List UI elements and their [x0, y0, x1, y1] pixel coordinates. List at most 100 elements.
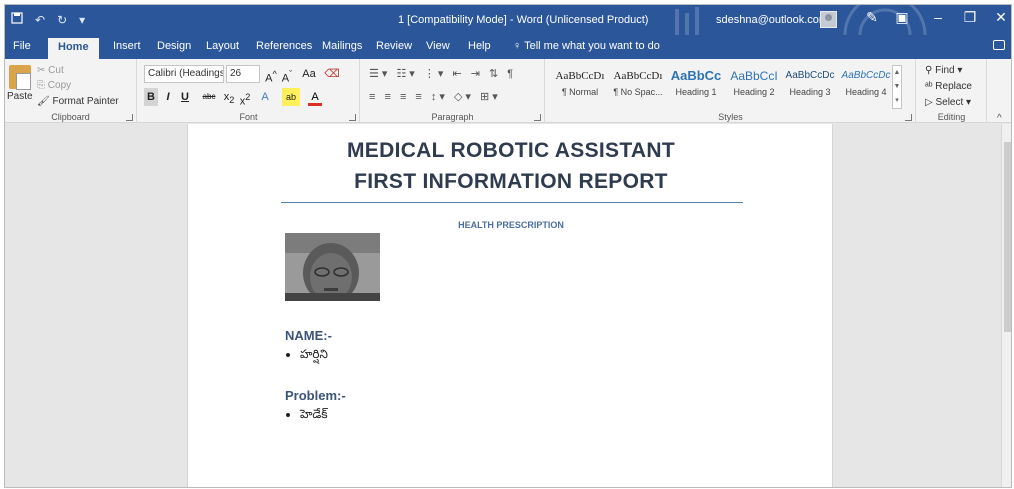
document-page[interactable]: MEDICAL ROBOTIC ASSISTANT FIRST INFORMAT…: [187, 124, 833, 487]
font-group: Calibri (Headings 26 A^ Aˇ Aa ⌫ B I U ab…: [138, 59, 360, 123]
name-bullet: హర్షిని: [286, 347, 328, 364]
tab-mailings[interactable]: Mailings: [322, 40, 362, 52]
tab-layout[interactable]: Layout: [206, 40, 239, 52]
problem-bullet: హెడేక్: [286, 407, 328, 424]
user-email[interactable]: sdeshna@outlook.com: [716, 14, 828, 26]
window-title: 1 [Compatibility Mode] - Word (Unlicense…: [398, 14, 649, 26]
tab-review[interactable]: Review: [376, 40, 412, 52]
save-icon[interactable]: [11, 12, 23, 27]
tell-me-label: Tell me what you want to do: [524, 40, 660, 52]
pen-icon[interactable]: ✎: [859, 9, 885, 26]
name-heading: NAME:-: [285, 328, 332, 343]
collapse-ribbon-icon[interactable]: ^: [997, 113, 1002, 124]
customize-toolbar-icon[interactable]: ▾: [79, 13, 85, 27]
strikethrough-button[interactable]: abc: [200, 88, 218, 106]
scissors-icon: ✂: [37, 65, 49, 76]
font-launcher-icon[interactable]: [349, 114, 356, 121]
paste-button[interactable]: Paste: [7, 91, 33, 102]
copy-button[interactable]: ⎘ Copy: [37, 80, 71, 91]
avatar[interactable]: [820, 11, 837, 28]
font-label: Font: [239, 112, 258, 122]
tab-help[interactable]: Help: [468, 40, 491, 52]
superscript-button[interactable]: x2: [238, 88, 252, 108]
style-heading-1[interactable]: AaBbCc Heading 1: [666, 65, 726, 107]
shrink-font-icon[interactable]: Aˇ: [280, 65, 294, 85]
font-color-icon[interactable]: A: [308, 88, 322, 106]
ribbon: Paste ✂ Cut ⎘ Copy 🖌 Format Painter Clip…: [5, 59, 1011, 124]
comments-icon[interactable]: [993, 40, 1005, 50]
clipboard-group: Paste ✂ Cut ⎘ Copy 🖌 Format Painter Clip…: [5, 59, 137, 123]
highlight-icon[interactable]: ab: [282, 88, 300, 106]
ribbon-display-options-icon[interactable]: ▣: [889, 9, 915, 26]
undo-icon[interactable]: ↶: [35, 13, 45, 27]
title-divider: [281, 202, 743, 203]
font-size-select[interactable]: 26: [226, 65, 260, 83]
grow-font-icon[interactable]: A^: [264, 65, 278, 85]
cursor-icon: ▷: [925, 97, 936, 108]
text-effects-icon[interactable]: A: [258, 88, 272, 106]
copy-icon: ⎘: [37, 80, 48, 91]
tab-view[interactable]: View: [426, 40, 450, 52]
select-button[interactable]: ▷ Select ▾: [925, 97, 971, 108]
clipboard-launcher-icon[interactable]: [126, 114, 133, 121]
style-heading-4[interactable]: AaBbCcDc Heading 4: [836, 65, 896, 107]
tab-references[interactable]: References: [256, 40, 312, 52]
word-window: ↶ ↻ ▾ 1 [Compatibility Mode] - Word (Unl…: [4, 4, 1012, 488]
patient-name: హర్షిని: [300, 347, 328, 361]
format-painter-button[interactable]: 🖌 Format Painter: [37, 96, 119, 107]
style-no-spacing[interactable]: AaBbCcDı ¶ No Spac...: [608, 65, 668, 107]
replace-button[interactable]: ᵃᵇ Replace: [925, 81, 972, 92]
find-button[interactable]: ⚲ Find ▾: [925, 65, 962, 76]
tab-file[interactable]: File: [13, 40, 31, 52]
replace-icon: ᵃᵇ: [925, 81, 936, 92]
tab-design[interactable]: Design: [157, 40, 191, 52]
patient-problem: హెడేక్: [300, 407, 328, 421]
ribbon-tabs: File Home Insert Design Layout Reference…: [5, 35, 1011, 59]
document-subtitle: HEALTH PRESCRIPTION: [458, 220, 564, 230]
styles-launcher-icon[interactable]: [905, 114, 912, 121]
scrollbar-thumb[interactable]: [1004, 142, 1011, 332]
bullet-dot: [286, 352, 290, 357]
style-heading-2[interactable]: AaBbCcI Heading 2: [724, 65, 784, 107]
vertical-scrollbar[interactable]: [1001, 124, 1011, 487]
brush-icon: 🖌: [37, 96, 53, 107]
clear-formatting-icon[interactable]: ⌫: [324, 65, 340, 83]
subscript-button[interactable]: x2: [222, 88, 236, 106]
paste-icon[interactable]: [9, 65, 31, 90]
document-title-line-2: FIRST INFORMATION REPORT: [354, 170, 668, 193]
change-case-icon[interactable]: Aa: [298, 65, 320, 83]
title-bar: ↶ ↻ ▾ 1 [Compatibility Mode] - Word (Unl…: [5, 5, 1011, 35]
lightbulb-icon: ♀: [513, 40, 522, 52]
search-icon: ⚲: [925, 65, 936, 76]
alignment-buttons-row[interactable]: ≡ ≡ ≡ ≡ ↕▾ ◇▾ ⊞▾: [369, 90, 501, 103]
document-area: MEDICAL ROBOTIC ASSISTANT FIRST INFORMAT…: [5, 124, 1011, 487]
style-heading-3[interactable]: AaBbCcDc Heading 3: [780, 65, 840, 107]
bullet-dot: [286, 412, 290, 417]
clipboard-label: Clipboard: [51, 112, 90, 122]
styles-scroll-buttons[interactable]: ▲ ▼ ▾: [892, 65, 902, 109]
patient-photo[interactable]: [285, 233, 380, 301]
tell-me-search[interactable]: ♀ Tell me what you want to do: [513, 40, 660, 52]
redo-icon[interactable]: ↻: [57, 13, 67, 27]
styles-label: Styles: [718, 112, 743, 122]
list-buttons-row[interactable]: ☰▾ ☷▾ ⋮▾ ⇤ ⇥ ⇅ ¶: [369, 67, 516, 80]
paragraph-label: Paragraph: [431, 112, 474, 122]
close-button[interactable]: ✕: [988, 9, 1011, 26]
underline-button[interactable]: U: [178, 88, 192, 106]
font-family-select[interactable]: Calibri (Headings: [144, 65, 224, 83]
style-normal[interactable]: AaBbCcDı ¶ Normal: [550, 65, 610, 107]
minimize-button[interactable]: –: [925, 9, 951, 25]
italic-button[interactable]: I: [162, 88, 174, 106]
problem-heading: Problem:-: [285, 388, 346, 403]
cut-button[interactable]: ✂ Cut: [37, 65, 64, 76]
editing-label: Editing: [937, 112, 966, 122]
paragraph-group: ☰▾ ☷▾ ⋮▾ ⇤ ⇥ ⇅ ¶ ≡ ≡ ≡ ≡ ↕▾ ◇▾ ⊞▾ Paragr…: [361, 59, 545, 123]
styles-group: AaBbCcDı ¶ Normal AaBbCcDı ¶ No Spac... …: [546, 59, 916, 123]
tab-insert[interactable]: Insert: [113, 40, 141, 52]
bold-button[interactable]: B: [144, 88, 158, 106]
restore-button[interactable]: ❐: [957, 9, 983, 26]
paragraph-launcher-icon[interactable]: [534, 114, 541, 121]
editing-group: ⚲ Find ▾ ᵃᵇ Replace ▷ Select ▾ Editing: [917, 59, 987, 123]
quick-access-toolbar: ↶ ↻ ▾: [11, 12, 85, 27]
tab-home[interactable]: Home: [48, 38, 99, 59]
